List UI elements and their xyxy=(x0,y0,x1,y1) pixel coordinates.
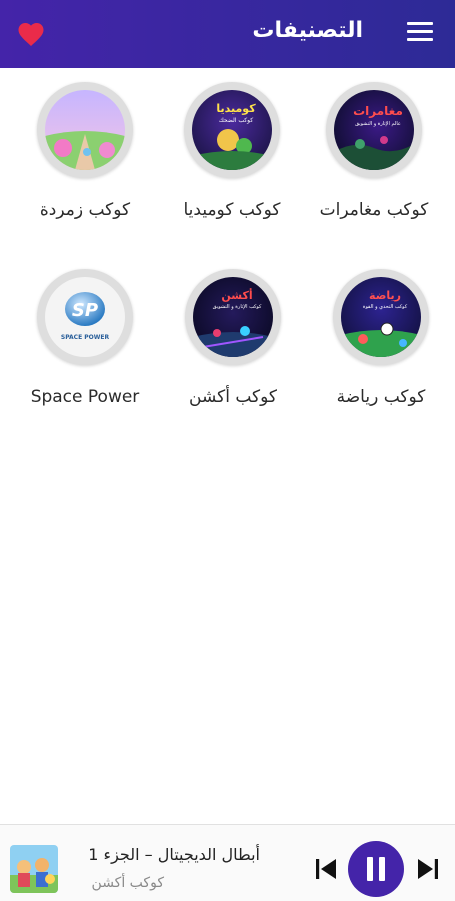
category-sports-thumbnail: رياضة كوكب التحدي و القوة xyxy=(341,277,421,357)
category-adventure[interactable]: مغامرات عالم الإثارة و التشويق كوكب مغام… xyxy=(299,82,449,242)
thumbnail-subtext: كوكب الضحك xyxy=(219,117,253,124)
category-label: كوكب مغامرات xyxy=(319,200,429,220)
skip-previous-icon[interactable] xyxy=(314,857,338,881)
pause-icon xyxy=(367,857,385,881)
track-subtitle: كوكب أكشن xyxy=(91,875,164,891)
category-space-power[interactable]: SP SPACE POWER Space Power xyxy=(10,269,160,429)
thumbnail-subtext: كوكب التحدي و القوة xyxy=(363,304,408,310)
category-thumbnail-ring xyxy=(37,82,133,178)
category-thumbnail-ring: SP SPACE POWER xyxy=(37,269,133,365)
category-label: كوكب أكشن xyxy=(189,387,277,407)
thumbnail-text: رياضة xyxy=(369,289,401,302)
page-title: التصنيفات xyxy=(252,18,363,43)
category-thumbnail-ring: مغامرات عالم الإثارة و التشويق xyxy=(326,82,422,178)
heart-icon[interactable] xyxy=(16,19,46,47)
category-comedy-thumbnail: كوميديا كوكب الضحك xyxy=(192,90,272,170)
category-thumbnail-ring: رياضة كوكب التحدي و القوة xyxy=(333,269,429,365)
category-adventure-thumbnail: مغامرات عالم الإثارة و التشويق xyxy=(334,90,414,170)
pause-button[interactable] xyxy=(348,841,404,897)
thumbnail-text: SPACE POWER xyxy=(61,334,110,341)
track-cover[interactable] xyxy=(10,845,58,893)
thumbnail-text: مغامرات xyxy=(353,104,403,118)
thumbnail-subtext: كوكب الإثارة و التشويق xyxy=(213,304,262,310)
category-comedy[interactable]: كوميديا كوكب الضحك كوكب كوميديا xyxy=(157,82,307,242)
category-space-power-thumbnail: SP SPACE POWER xyxy=(45,277,125,357)
category-emerald-thumbnail xyxy=(45,90,125,170)
thumbnail-subtext: عالم الإثارة و التشويق xyxy=(355,121,401,127)
category-label: كوكب كوميديا xyxy=(183,200,281,220)
thumbnail-text: أكشن xyxy=(221,288,252,302)
category-thumbnail-ring: أكشن كوكب الإثارة و التشويق xyxy=(185,269,281,365)
category-action-thumbnail: أكشن كوكب الإثارة و التشويق xyxy=(193,277,273,357)
thumbnail-text: كوميديا xyxy=(216,102,256,115)
category-label: كوكب زمردة xyxy=(39,200,131,220)
track-title: أبطال الديجيتال – الجزء 1 xyxy=(88,845,260,864)
category-thumbnail-ring: كوميديا كوكب الضحك xyxy=(184,82,280,178)
mini-player[interactable]: أبطال الديجيتال – الجزء 1 كوكب أكشن xyxy=(0,824,455,901)
category-label: كوكب رياضة xyxy=(336,387,426,407)
skip-next-icon[interactable] xyxy=(416,857,440,881)
hamburger-menu-icon[interactable] xyxy=(407,22,433,44)
category-label: Space Power xyxy=(30,387,140,407)
category-action[interactable]: أكشن كوكب الإثارة و التشويق كوكب أكشن xyxy=(158,269,308,429)
app-header: التصنيفات xyxy=(0,0,455,68)
category-emerald[interactable]: كوكب زمردة xyxy=(10,82,160,242)
svg-text:SP: SP xyxy=(72,300,98,321)
category-sports[interactable]: رياضة كوكب التحدي و القوة كوكب رياضة xyxy=(306,269,455,429)
